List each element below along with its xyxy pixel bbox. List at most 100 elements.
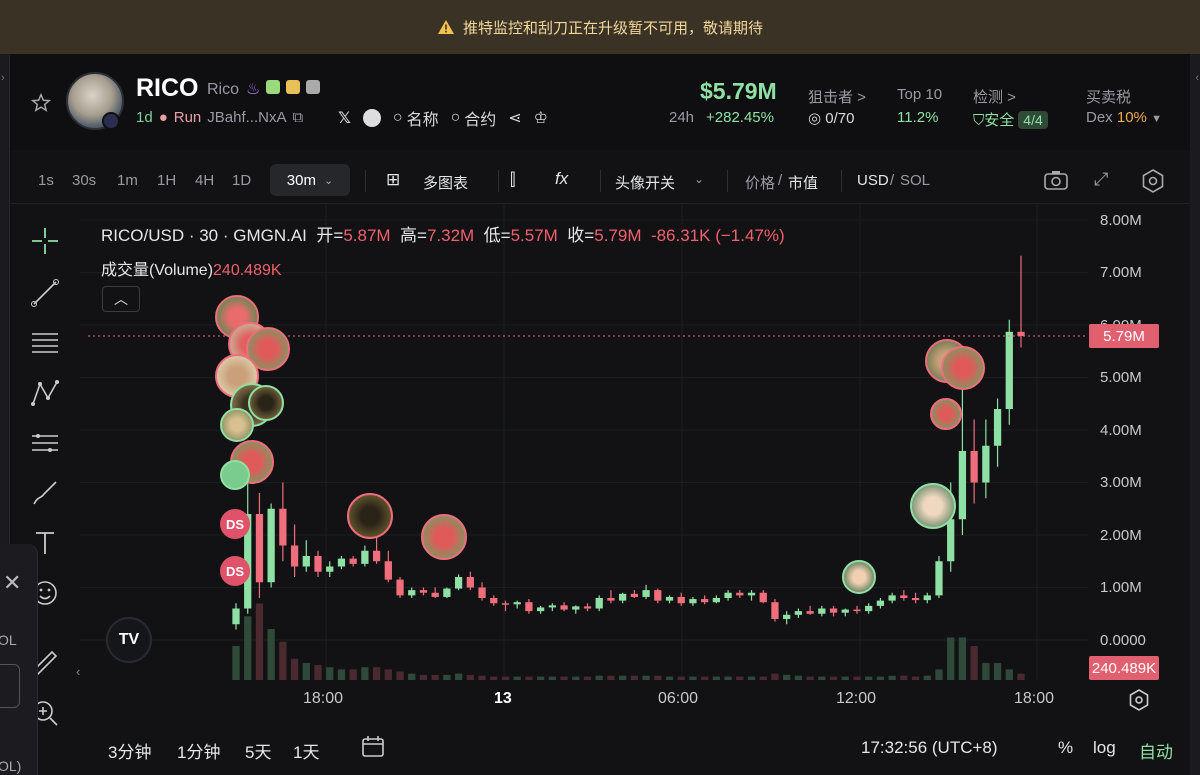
- volume-bar: [454, 673, 463, 680]
- volume-bar: [361, 667, 369, 680]
- sol-toggle[interactable]: SOL: [900, 172, 930, 189]
- add-chart-icon[interactable]: ⊞: [386, 170, 400, 190]
- candle-body: [326, 566, 334, 572]
- volume-bar: [267, 629, 275, 680]
- side-amount-input[interactable]: [0, 664, 20, 708]
- trade-marker-avatar[interactable]: [421, 514, 467, 560]
- chevron-right-icon[interactable]: ›: [1, 72, 9, 92]
- market-cap: $5.79M: [700, 78, 777, 104]
- trade-marker-avatar[interactable]: [220, 408, 254, 442]
- last-price-tag: 5.79M: [1089, 324, 1159, 348]
- candle-body: [736, 592, 744, 596]
- interval-1m[interactable]: 1m: [117, 172, 138, 189]
- interval-1h[interactable]: 1H: [157, 172, 176, 189]
- usd-toggle[interactable]: USD: [857, 172, 889, 189]
- interval-1s[interactable]: 1s: [38, 172, 54, 189]
- legend-collapse-button[interactable]: ︿: [102, 286, 140, 312]
- copy-icon[interactable]: ⧉: [292, 109, 303, 126]
- avatar-toggle[interactable]: 头像开关: [615, 172, 675, 193]
- chevron-left-icon[interactable]: ‹: [76, 664, 80, 679]
- candle-body: [536, 607, 545, 612]
- feed-icon[interactable]: [362, 109, 381, 127]
- sniper-label[interactable]: 狙击者 >: [808, 86, 866, 107]
- indicators-icon[interactable]: fx: [555, 169, 568, 189]
- search-contract-button[interactable]: ○ 合约: [451, 106, 497, 130]
- trade-marker-avatar[interactable]: [910, 483, 956, 529]
- camera-icon[interactable]: [1042, 168, 1070, 192]
- contract-address[interactable]: JBahf...NxA: [207, 109, 286, 126]
- star-icon[interactable]: [30, 92, 52, 114]
- volume-bar: [490, 676, 498, 680]
- run-icon: ●: [158, 109, 168, 126]
- candle-body: [583, 606, 592, 609]
- check-label[interactable]: 检测 >: [973, 86, 1016, 107]
- sniper-value: 0/70: [825, 110, 855, 127]
- trade-marker-avatar[interactable]: [941, 346, 985, 390]
- axis-settings-icon[interactable]: [1127, 688, 1151, 712]
- pill-icon: [266, 80, 280, 94]
- right-collapse-strip[interactable]: ‹: [1190, 54, 1200, 775]
- trade-marker-avatar[interactable]: [347, 493, 393, 539]
- interval-4h[interactable]: 4H: [195, 172, 214, 189]
- interval-1d[interactable]: 1D: [232, 172, 251, 189]
- brush-icon[interactable]: [28, 476, 62, 510]
- interval-select[interactable]: 30m ⌄: [270, 164, 350, 196]
- trendline-icon[interactable]: [28, 276, 62, 310]
- projection-icon[interactable]: [28, 426, 62, 460]
- chevron-down-icon[interactable]: ⌄: [694, 172, 704, 186]
- search-icon: ○: [392, 109, 403, 126]
- volume-bar: [947, 637, 955, 680]
- dev-sell-marker[interactable]: DS: [220, 509, 250, 539]
- candle-body: [771, 602, 779, 619]
- trade-marker-avatar[interactable]: [248, 385, 284, 421]
- multi-chart-button[interactable]: 多图表: [423, 172, 468, 193]
- candle-body: [1017, 331, 1025, 337]
- mcap-toggle[interactable]: 市值: [788, 172, 818, 193]
- y-tick: 4.00M: [1100, 422, 1142, 439]
- candle-body: [642, 590, 650, 597]
- fullscreen-icon[interactable]: ⤢: [1094, 169, 1108, 190]
- search-name-label: 名称: [406, 112, 439, 129]
- percent-toggle[interactable]: %: [1058, 738, 1073, 758]
- range-1d[interactable]: 1天: [293, 738, 319, 763]
- volume-bar: [337, 669, 346, 680]
- x-twitter-icon[interactable]: 𝕏: [338, 108, 351, 128]
- volume-bar: [595, 675, 603, 680]
- crosshair-icon[interactable]: [28, 224, 62, 258]
- chevron-down-icon[interactable]: ▼: [1151, 113, 1162, 125]
- volume-bar: [900, 675, 908, 680]
- trade-marker-avatar[interactable]: [842, 560, 876, 594]
- tradingview-logo[interactable]: TV: [106, 617, 152, 663]
- volume-bar: [583, 676, 592, 680]
- volume-bar: [466, 674, 474, 680]
- candle-type-icon[interactable]: ⫿: [510, 170, 515, 190]
- interval-30s[interactable]: 30s: [72, 172, 96, 189]
- close-icon[interactable]: ✕: [3, 570, 21, 596]
- calendar-range-icon[interactable]: [360, 734, 386, 760]
- log-toggle[interactable]: log: [1093, 738, 1116, 758]
- side-sol-label: OL: [0, 632, 17, 648]
- volume-bar: [501, 676, 510, 680]
- range-3m[interactable]: 3分钟: [108, 738, 151, 763]
- settings-icon[interactable]: [1140, 168, 1166, 194]
- pattern-icon[interactable]: [28, 376, 62, 410]
- range-5d[interactable]: 5天: [245, 738, 271, 763]
- volume-bar: [654, 675, 662, 680]
- chevron-left-icon[interactable]: ‹: [1195, 72, 1199, 84]
- range-1m[interactable]: 1分钟: [177, 738, 220, 763]
- auto-toggle[interactable]: 自动: [1139, 738, 1173, 763]
- candle-body: [841, 609, 849, 613]
- clock-time[interactable]: 17:32:56 (UTC+8): [861, 738, 998, 758]
- crown-icon[interactable]: ♔: [534, 108, 548, 128]
- volume-bar: [431, 674, 439, 680]
- price-toggle[interactable]: 价格: [745, 172, 775, 193]
- candle-body: [712, 598, 721, 603]
- dev-sell-marker[interactable]: DS: [220, 556, 250, 586]
- y-tick: 3.00M: [1100, 474, 1142, 491]
- fib-icon[interactable]: [28, 326, 62, 360]
- trade-marker-avatar[interactable]: [220, 460, 250, 490]
- share-icon[interactable]: ⋖: [508, 108, 521, 128]
- volume-bar: [665, 676, 674, 680]
- search-name-button[interactable]: ○ 名称: [393, 106, 439, 130]
- trade-marker-avatar[interactable]: [930, 398, 962, 430]
